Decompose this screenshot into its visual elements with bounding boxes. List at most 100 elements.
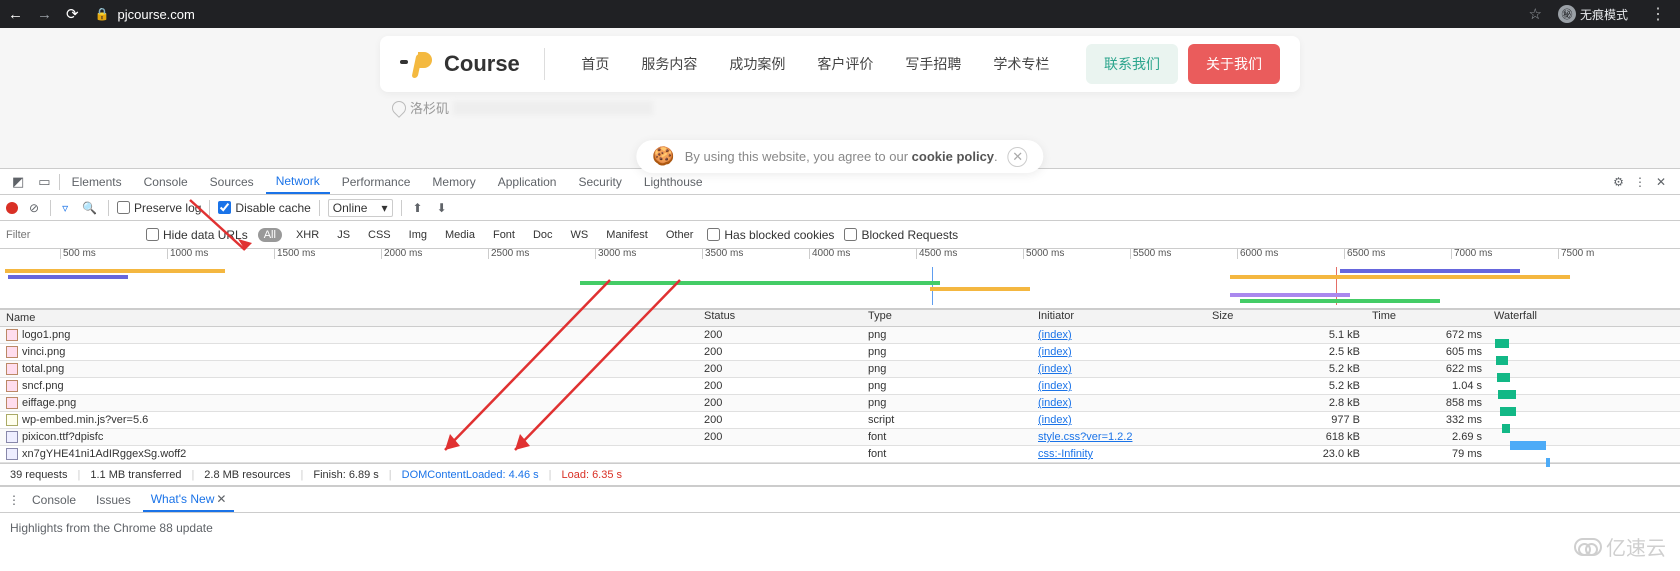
address-bar[interactable]: 🔒 pjcourse.com [91,7,199,22]
preserve-log-checkbox[interactable]: Preserve log [117,201,201,215]
record-button[interactable] [6,202,18,214]
settings-icon[interactable]: ⚙ [1613,175,1624,189]
table-row[interactable]: pixicon.ttf?dpisfc 200 font style.css?ve… [0,429,1680,446]
cell-initiator[interactable]: (index) [1034,363,1208,375]
forward-button[interactable]: → [37,6,52,23]
browser-menu-icon[interactable]: ⋮ [1644,4,1672,24]
header-waterfall[interactable]: Waterfall [1490,310,1680,326]
nav-blog[interactable]: 学术专栏 [993,54,1049,74]
drawer-tab-console[interactable]: Console [24,487,84,512]
table-row[interactable]: eiffage.png 200 png (index) 2.8 kB 858 m… [0,395,1680,412]
header-type[interactable]: Type [864,310,1034,326]
file-icon [6,414,18,426]
file-name: wp-embed.min.js?ver=5.6 [22,414,148,426]
filter-media[interactable]: Media [441,227,479,243]
drawer-menu-icon[interactable]: ⋮ [8,493,20,507]
file-name: eiffage.png [22,397,76,409]
status-finish: Finish: 6.89 s [313,469,378,481]
has-blocked-cookies-checkbox[interactable]: Has blocked cookies [707,228,834,242]
filter-other[interactable]: Other [662,227,698,243]
incognito-indicator[interactable]: ㊙ 无痕模式 [1558,5,1628,23]
search-icon[interactable]: 🔍 [79,201,100,215]
blocked-requests-checkbox[interactable]: Blocked Requests [844,228,958,242]
inspect-icon[interactable]: ◩ [6,174,30,190]
cell-initiator[interactable]: (index) [1034,329,1208,341]
disable-cache-checkbox[interactable]: Disable cache [218,201,310,215]
tab-network[interactable]: Network [266,169,330,194]
cell-initiator[interactable]: css:-Infinity [1034,448,1208,460]
hide-data-urls-checkbox[interactable]: Hide data URLs [146,228,248,242]
file-icon [6,329,18,341]
cell-initiator[interactable]: (index) [1034,414,1208,426]
header-initiator[interactable]: Initiator [1034,310,1208,326]
download-icon[interactable]: ⬇ [434,201,450,215]
drawer-tab-issues[interactable]: Issues [88,487,139,512]
filter-img[interactable]: Img [405,227,431,243]
filter-icon[interactable]: ▿ [59,201,71,215]
devtools-drawer: ⋮ Console Issues What's New ✕ Highlights… [0,486,1680,543]
cell-initiator[interactable]: (index) [1034,380,1208,392]
tab-elements[interactable]: Elements [62,169,132,194]
device-toggle-icon[interactable]: ▭ [32,174,56,190]
nav-reviews[interactable]: 客户评价 [817,54,873,74]
tab-security[interactable]: Security [568,169,631,194]
table-row[interactable]: sncf.png 200 png (index) 5.2 kB 1.04 s [0,378,1680,395]
tab-performance[interactable]: Performance [332,169,421,194]
reload-button[interactable]: ⟳ [66,5,79,23]
table-row[interactable]: total.png 200 png (index) 5.2 kB 622 ms [0,361,1680,378]
more-icon[interactable]: ⋮ [1634,175,1646,189]
cell-initiator[interactable]: (index) [1034,346,1208,358]
bookmark-icon[interactable]: ☆ [1529,5,1542,23]
clear-icon[interactable]: ⊘ [26,201,42,215]
back-button[interactable]: ← [8,6,23,23]
header-name[interactable]: Name [0,310,700,326]
table-row[interactable]: logo1.png 200 png (index) 5.1 kB 672 ms [0,327,1680,344]
cell-time: 622 ms [1368,363,1490,375]
logo-icon [400,46,436,82]
cookie-close-button[interactable]: ✕ [1008,147,1028,167]
about-button[interactable]: 关于我们 [1188,44,1280,84]
filter-doc[interactable]: Doc [529,227,557,243]
tab-application[interactable]: Application [488,169,567,194]
cookie-text: By using this website, you agree to our … [685,149,998,164]
filter-input[interactable] [6,229,136,241]
network-timeline[interactable]: 500 ms1000 ms1500 ms2000 ms2500 ms3000 m… [0,249,1680,309]
filter-xhr[interactable]: XHR [292,227,323,243]
throttling-select[interactable]: Online▾ [328,199,393,217]
tab-sources[interactable]: Sources [200,169,264,194]
table-row[interactable]: wp-embed.min.js?ver=5.6 200 script (inde… [0,412,1680,429]
cell-size: 977 B [1208,414,1368,426]
cell-size: 2.8 kB [1208,397,1368,409]
cell-initiator[interactable]: style.css?ver=1.2.2 [1034,431,1208,443]
drawer-tab-whatsnew[interactable]: What's New ✕ [143,487,235,512]
site-logo[interactable]: Course [400,46,545,82]
filter-css[interactable]: CSS [364,227,395,243]
cell-type: script [864,414,1034,426]
filter-font[interactable]: Font [489,227,519,243]
lock-icon: 🔒 [95,7,110,21]
tab-memory[interactable]: Memory [422,169,485,194]
tab-console[interactable]: Console [134,169,198,194]
drawer-tab-close-icon[interactable]: ✕ [216,492,226,506]
nav-services[interactable]: 服务内容 [641,54,697,74]
filter-js[interactable]: JS [333,227,354,243]
cell-initiator[interactable]: (index) [1034,397,1208,409]
header-status[interactable]: Status [700,310,864,326]
nav-home[interactable]: 首页 [581,54,609,74]
contact-button[interactable]: 联系我们 [1086,44,1178,84]
table-row[interactable]: xn7gYHE41ni1AdIRggexSg.woff2 font css:-I… [0,446,1680,463]
header-time[interactable]: Time [1368,310,1490,326]
filter-ws[interactable]: WS [567,227,593,243]
network-table: Name Status Type Initiator Size Time Wat… [0,309,1680,464]
cell-type: png [864,397,1034,409]
nav-cases[interactable]: 成功案例 [729,54,785,74]
close-devtools-icon[interactable]: ✕ [1656,175,1666,189]
nav-hiring[interactable]: 写手招聘 [905,54,961,74]
cookie-icon: 🍪 [652,146,674,167]
upload-icon[interactable]: ⬆ [410,201,426,215]
filter-all[interactable]: All [258,228,282,242]
header-size[interactable]: Size [1208,310,1368,326]
cell-time: 332 ms [1368,414,1490,426]
filter-manifest[interactable]: Manifest [602,227,652,243]
table-row[interactable]: vinci.png 200 png (index) 2.5 kB 605 ms [0,344,1680,361]
